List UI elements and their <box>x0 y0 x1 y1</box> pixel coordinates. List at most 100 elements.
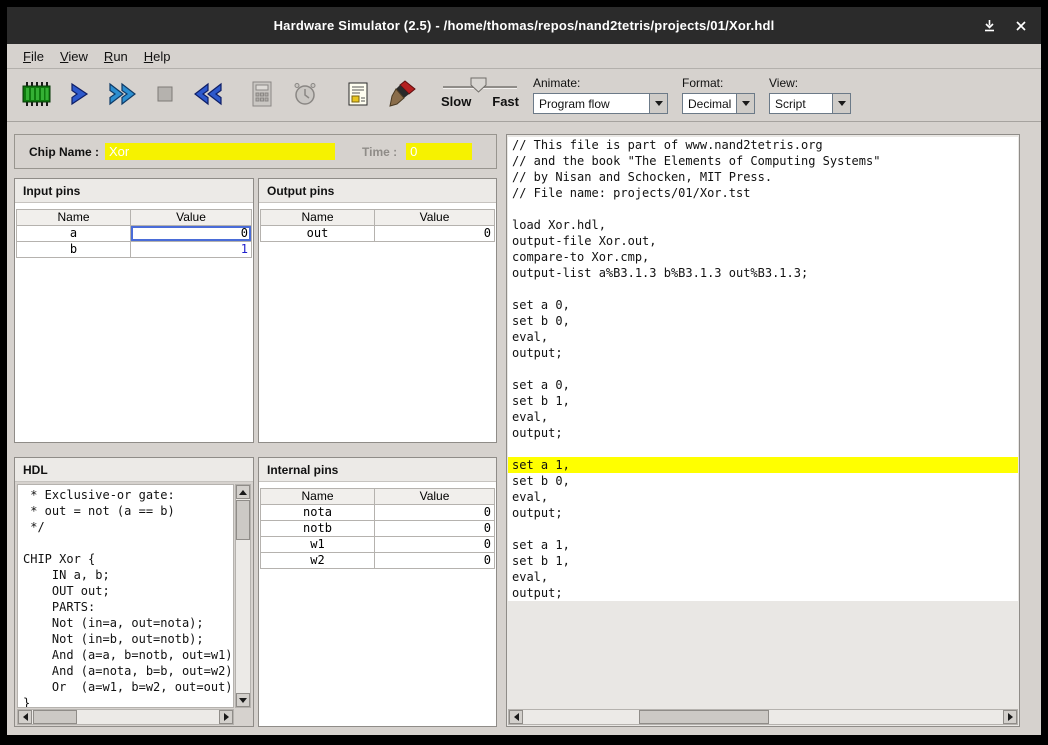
pin-value[interactable]: 1 <box>131 242 252 258</box>
chevron-down-icon[interactable] <box>832 94 850 113</box>
output-pins-title: Output pins <box>259 179 496 203</box>
script-horizontal-scrollbar[interactable] <box>508 709 1018 725</box>
output-pins-table: Name Value out0 <box>260 209 495 242</box>
pin-value[interactable]: 0 <box>375 505 495 521</box>
chevron-down-icon[interactable] <box>736 94 754 113</box>
script-line[interactable]: output; <box>508 345 1018 361</box>
script-line[interactable]: set b 1, <box>508 553 1018 569</box>
menu-run[interactable]: Run <box>96 46 136 67</box>
script-line[interactable] <box>508 441 1018 457</box>
single-step-button[interactable] <box>59 74 99 116</box>
script-line[interactable]: set b 0, <box>508 473 1018 489</box>
title-bar[interactable]: Hardware Simulator (2.5) - /home/thomas/… <box>7 7 1041 44</box>
script-line[interactable]: // File name: projects/01/Xor.tst <box>508 185 1018 201</box>
script-line[interactable]: compare-to Xor.cmp, <box>508 249 1018 265</box>
clear-button[interactable] <box>382 74 422 116</box>
script-line[interactable]: set b 1, <box>508 393 1018 409</box>
script-line[interactable]: set b 0, <box>508 313 1018 329</box>
pin-value[interactable]: 0 <box>375 521 495 537</box>
scroll-left-button[interactable] <box>18 710 32 724</box>
script-line[interactable]: // and the book "The Elements of Computi… <box>508 153 1018 169</box>
pin-name: notb <box>261 521 375 537</box>
menu-view[interactable]: View <box>52 46 96 67</box>
script-line[interactable]: eval, <box>508 569 1018 585</box>
script-line[interactable]: output; <box>508 505 1018 521</box>
pin-value[interactable]: 0 <box>375 226 495 242</box>
slider-fast-label: Fast <box>492 94 519 109</box>
menu-help[interactable]: Help <box>136 46 179 67</box>
script-line[interactable]: set a 1, <box>508 537 1018 553</box>
scroll-right-button[interactable] <box>219 710 233 724</box>
pin-value[interactable]: 0 <box>375 537 495 553</box>
table-header: Name Value <box>17 210 252 226</box>
script-line[interactable]: output; <box>508 425 1018 441</box>
script-line[interactable]: set a 0, <box>508 297 1018 313</box>
close-button[interactable] <box>1013 18 1029 34</box>
format-value: Decimal <box>683 94 736 113</box>
script-line[interactable]: eval, <box>508 409 1018 425</box>
chevron-down-icon[interactable] <box>649 94 667 113</box>
hdl-title: HDL <box>15 458 253 482</box>
script-line[interactable]: // by Nisan and Schocken, MIT Press. <box>508 169 1018 185</box>
script-line[interactable] <box>508 281 1018 297</box>
run-button[interactable] <box>102 74 142 116</box>
step-forward-icon <box>66 81 92 110</box>
script-line[interactable] <box>508 201 1018 217</box>
speed-slider[interactable]: Slow Fast <box>441 76 519 114</box>
toolbar-buttons <box>16 74 425 116</box>
pin-name: w1 <box>261 537 375 553</box>
script-line[interactable]: set a 0, <box>508 377 1018 393</box>
script-line[interactable]: // This file is part of www.nand2tetris.… <box>508 137 1018 153</box>
hdl-vertical-scrollbar[interactable] <box>235 484 251 708</box>
script-line[interactable]: output-file Xor.out, <box>508 233 1018 249</box>
script-line[interactable] <box>508 361 1018 377</box>
minimize-button[interactable] <box>981 18 997 34</box>
script-line[interactable]: load Xor.hdl, <box>508 217 1018 233</box>
script-line[interactable]: eval, <box>508 489 1018 505</box>
pin-row-nota: nota0 <box>261 505 495 521</box>
pin-value[interactable]: 0 <box>131 226 252 242</box>
view-value: Script <box>770 94 832 113</box>
format-label: Format: <box>682 76 755 90</box>
internal-pins-rows: nota0notb0w10w20 <box>261 505 495 569</box>
reset-button[interactable] <box>188 74 228 116</box>
animate-select[interactable]: Program flow <box>533 93 668 114</box>
value-column-header: Value <box>131 210 252 226</box>
script-line[interactable]: eval, <box>508 329 1018 345</box>
close-icon <box>1015 20 1027 32</box>
internal-pins-title: Internal pins <box>259 458 496 482</box>
input-pins-rows: a0b1 <box>17 226 252 258</box>
window-title: Hardware Simulator (2.5) - /home/thomas/… <box>7 18 1041 33</box>
format-select[interactable]: Decimal <box>682 93 755 114</box>
view-hdl-button[interactable] <box>339 74 379 116</box>
scroll-left-button[interactable] <box>509 710 523 724</box>
script-line[interactable]: output; <box>508 585 1018 601</box>
scrollbar-thumb[interactable] <box>236 500 250 540</box>
pin-name: b <box>17 242 131 258</box>
hdl-horizontal-scrollbar[interactable] <box>17 709 234 725</box>
chip-name-label: Chip Name : <box>29 145 99 159</box>
pin-name: w2 <box>261 553 375 569</box>
scroll-right-button[interactable] <box>1003 710 1017 724</box>
pin-value[interactable]: 0 <box>375 553 495 569</box>
menu-bar: FileViewRunHelp <box>7 44 1041 69</box>
script-line[interactable]: output-list a%B3.1.3 b%B3.1.3 out%B3.1.3… <box>508 265 1018 281</box>
titlebar-controls <box>981 7 1029 44</box>
pin-name: out <box>261 226 375 242</box>
script-line-current[interactable]: set a 1, <box>508 457 1018 473</box>
name-column-header: Name <box>261 210 375 226</box>
scroll-up-button[interactable] <box>236 485 250 499</box>
view-select[interactable]: Script <box>769 93 851 114</box>
menu-file[interactable]: File <box>15 46 52 67</box>
rewind-icon <box>193 81 223 110</box>
time-field: 0 <box>406 143 472 160</box>
scrollbar-thumb[interactable] <box>639 710 769 724</box>
pin-row-w1: w10 <box>261 537 495 553</box>
pin-name: nota <box>261 505 375 521</box>
load-chip-button[interactable] <box>16 74 56 116</box>
script-line[interactable] <box>508 521 1018 537</box>
scroll-down-button[interactable] <box>236 693 250 707</box>
scrollbar-thumb[interactable] <box>33 710 77 724</box>
hdl-code[interactable]: * Exclusive-or gate: * out = not (a == b… <box>17 484 234 708</box>
slider-thumb[interactable] <box>470 77 487 98</box>
